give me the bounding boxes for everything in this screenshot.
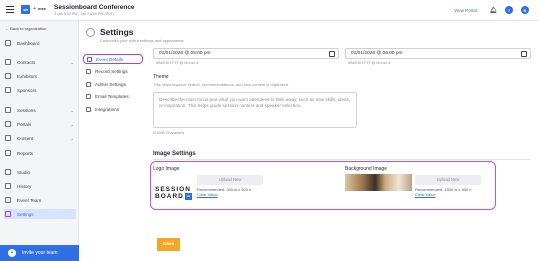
integrations-icon bbox=[86, 106, 91, 112]
email-icon bbox=[86, 93, 91, 99]
sidebar-item-reports[interactable]: Reports bbox=[4, 148, 76, 158]
chevron-down-icon: ⌄ bbox=[70, 59, 74, 65]
sidebar-item-studio[interactable]: Studio bbox=[4, 167, 76, 177]
gear-icon bbox=[5, 211, 11, 217]
sidebar-item-history[interactable]: History bbox=[4, 181, 76, 191]
plus-separator: + bbox=[33, 6, 36, 12]
chevron-down-icon: ⌄ bbox=[70, 135, 74, 141]
logo-preview: SESSION BOARD sb bbox=[155, 186, 192, 200]
team-icon bbox=[5, 197, 11, 203]
page-title: Settings bbox=[100, 27, 134, 37]
left-sidebar: ← Back to organization Dashboard Contact… bbox=[0, 21, 79, 261]
sidebar-item-settings[interactable]: Settings bbox=[4, 209, 76, 219]
theme-help: This helps improve search, recommendatio… bbox=[153, 82, 290, 87]
sidebar-item-portals[interactable]: Portals ⌄ bbox=[4, 119, 76, 129]
subnav-admin-settings[interactable]: Admin Settings bbox=[83, 79, 143, 89]
image-settings-title: Image Settings bbox=[153, 151, 196, 157]
bell-icon[interactable]: 🔔︎ bbox=[489, 6, 497, 14]
page-description: Customize your event settings and appear… bbox=[100, 38, 184, 43]
record-icon bbox=[86, 68, 91, 74]
exhibitors-icon bbox=[5, 73, 11, 79]
end-datetime-field[interactable]: 01/01/2026 @ 06:00 pm bbox=[345, 48, 531, 59]
subnav-integrations[interactable]: Integrations bbox=[83, 104, 143, 114]
subnav-record-settings[interactable]: Record Settings bbox=[83, 66, 143, 76]
calendar-icon bbox=[87, 56, 92, 62]
sessions-icon bbox=[5, 107, 11, 113]
sidebar-item-dashboard[interactable]: Dashboard bbox=[4, 38, 76, 48]
calendar-icon[interactable] bbox=[329, 51, 335, 57]
back-to-organization-link[interactable]: ← Back to organization bbox=[5, 26, 46, 31]
sidebar-item-sponsors[interactable]: Sponsors bbox=[4, 85, 76, 95]
sidebar-item-contacts[interactable]: Contacts ⌄ bbox=[4, 57, 76, 67]
calendar-icon[interactable] bbox=[521, 51, 527, 57]
settings-gear-icon bbox=[86, 28, 95, 37]
content-icon bbox=[5, 135, 11, 141]
subnav-event-details[interactable]: Event Details bbox=[83, 54, 143, 64]
event-title: Sessionboard Conference bbox=[54, 4, 135, 11]
sidebar-item-event-team[interactable]: Event Team bbox=[4, 195, 76, 205]
char-count: 0/1000 Characters bbox=[153, 131, 185, 135]
sessionboard-logo: sb bbox=[21, 5, 30, 14]
reports-icon bbox=[5, 150, 11, 156]
save-button[interactable]: Save bbox=[157, 238, 180, 251]
sidebar-item-sessions[interactable]: Sessions ⌄ bbox=[4, 105, 76, 115]
background-clear-link[interactable]: Clear Value bbox=[415, 192, 436, 197]
history-icon bbox=[5, 183, 11, 189]
sponsors-icon bbox=[5, 87, 11, 93]
sidebar-item-exhibitors[interactable]: Exhibitors bbox=[4, 71, 76, 81]
chevron-down-icon: ⌄ bbox=[70, 121, 74, 127]
background-upload-button[interactable]: Upload New bbox=[415, 175, 481, 185]
start-datetime-field[interactable]: 01/01/2026 @ 05:00 pm bbox=[153, 48, 339, 59]
partner-logo: mxe bbox=[38, 6, 47, 11]
sidebar-item-content[interactable]: Content ⌄ bbox=[4, 133, 76, 143]
background-image-label: Background Image bbox=[345, 166, 387, 172]
invite-team-button[interactable]: + Invite your team bbox=[0, 245, 79, 261]
studio-icon bbox=[5, 169, 11, 175]
portals-icon bbox=[5, 121, 11, 127]
view-portal-link[interactable]: View Portal bbox=[449, 6, 482, 15]
logo-upload-button[interactable]: Upload New bbox=[197, 175, 263, 185]
help-icon[interactable]: ? bbox=[505, 6, 513, 14]
end-date-hint: MM/DD/YYYY @ hh:mm a bbox=[348, 61, 391, 65]
chevron-down-icon: ⌄ bbox=[70, 107, 74, 113]
divider bbox=[153, 159, 531, 160]
background-image-preview bbox=[345, 174, 412, 191]
top-bar: sb + mxe Sessionboard Conference 3 Jan 5… bbox=[0, 0, 539, 21]
dashboard-icon bbox=[5, 40, 11, 46]
logo-clear-link[interactable]: Clear Value bbox=[197, 192, 218, 197]
add-user-icon: + bbox=[8, 249, 16, 257]
image-settings-highlight bbox=[150, 161, 496, 210]
contacts-icon bbox=[5, 59, 11, 65]
theme-textarea[interactable]: Describe the main focus and what you wan… bbox=[153, 92, 357, 128]
menu-icon[interactable] bbox=[6, 6, 14, 13]
start-date-hint: MM/DD/YYYY @ hh:mm a bbox=[156, 61, 199, 65]
logo-image-label: Logo Image bbox=[153, 166, 180, 172]
subnav-email-templates[interactable]: Email Templates bbox=[83, 91, 143, 101]
avatar[interactable]: B bbox=[521, 6, 529, 14]
theme-label: Theme bbox=[153, 74, 169, 80]
event-date: 3 Jan 5:00 PM - Jan 7 6:00 PM (PDT) bbox=[54, 12, 115, 16]
admin-icon bbox=[86, 81, 91, 87]
